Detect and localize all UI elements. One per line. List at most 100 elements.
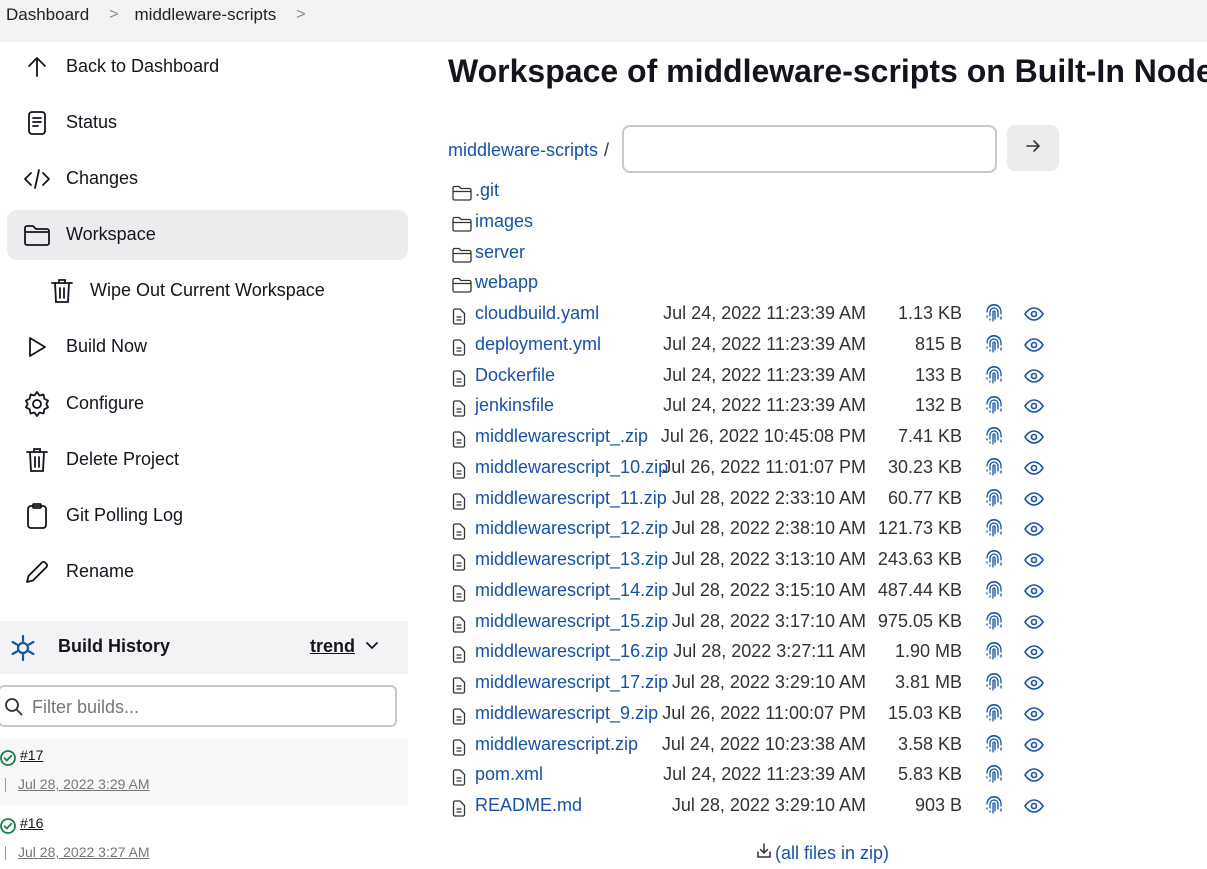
view-eye-icon[interactable] (1024, 736, 1044, 757)
sidebar-item-delete-project[interactable]: Delete Project (7, 435, 408, 485)
folder-link[interactable]: images (475, 211, 533, 232)
path-input[interactable] (622, 125, 997, 173)
view-eye-icon[interactable] (1024, 705, 1044, 726)
fingerprint-icon[interactable] (984, 579, 1004, 606)
sidebar-item-back-to-dashboard[interactable]: Back to Dashboard (7, 42, 408, 92)
file-link[interactable]: pom.xml (475, 764, 543, 785)
filter-builds-field[interactable] (0, 685, 397, 727)
fingerprint-icon[interactable] (984, 487, 1004, 514)
file-link[interactable]: middlewarescript_13.zip (475, 549, 668, 570)
view-eye-icon[interactable] (1024, 613, 1044, 634)
file-icon (452, 493, 466, 515)
file-link[interactable]: middlewarescript_16.zip (475, 641, 668, 662)
fingerprint-icon[interactable] (984, 702, 1004, 729)
fingerprint-icon[interactable] (984, 794, 1004, 821)
view-eye-icon[interactable] (1024, 766, 1044, 787)
file-icon (452, 523, 466, 545)
fingerprint-icon[interactable] (984, 517, 1004, 544)
folder-link[interactable]: webapp (475, 272, 538, 293)
filter-builds-input[interactable] (32, 695, 372, 719)
main-content: Workspace of middleware-scripts on Built… (448, 42, 1207, 869)
build-row[interactable]: #16 Jul 28, 2022 3:27 AM (0, 806, 408, 869)
view-eye-icon[interactable] (1024, 490, 1044, 511)
build-history-icon (8, 633, 38, 663)
fingerprint-icon[interactable] (984, 302, 1004, 329)
sidebar-item-status[interactable]: Status (7, 98, 408, 148)
view-eye-icon[interactable] (1024, 397, 1044, 418)
folder-row[interactable]: webapp (448, 269, 1068, 299)
file-link[interactable]: middlewarescript_9.zip (475, 703, 658, 724)
fingerprint-icon[interactable] (984, 394, 1004, 421)
file-link[interactable]: deployment.yml (475, 334, 601, 355)
breadcrumb: Dashboard > middleware-scripts > (6, 5, 322, 25)
sidebar-item-changes[interactable]: Changes (7, 154, 408, 204)
sidebar-item-wipe-out-workspace[interactable]: Wipe Out Current Workspace (7, 266, 408, 316)
view-eye-icon[interactable] (1024, 520, 1044, 541)
build-number[interactable]: #17 (20, 747, 43, 763)
file-link[interactable]: middlewarescript_11.zip (475, 488, 667, 509)
build-number[interactable]: #16 (20, 815, 43, 831)
file-link[interactable]: jenkinsfile (475, 395, 554, 416)
breadcrumb-project[interactable]: middleware-scripts (135, 5, 277, 25)
folder-row[interactable]: server (448, 239, 1068, 269)
file-icon (452, 554, 466, 576)
trend-link[interactable]: trend (310, 636, 355, 657)
build-bar (5, 778, 6, 792)
view-eye-icon[interactable] (1024, 428, 1044, 449)
go-button[interactable] (1007, 125, 1059, 171)
file-icon (452, 677, 466, 699)
view-eye-icon[interactable] (1024, 582, 1044, 603)
sidebar-item-git-polling-log[interactable]: Git Polling Log (7, 491, 408, 541)
fingerprint-icon[interactable] (984, 333, 1004, 360)
file-link[interactable]: middlewarescript_15.zip (475, 611, 668, 632)
folder-icon (452, 216, 472, 237)
view-eye-icon[interactable] (1024, 797, 1044, 818)
build-date[interactable]: Jul 28, 2022 3:27 AM (18, 844, 150, 860)
folder-link[interactable]: server (475, 242, 525, 263)
fingerprint-icon[interactable] (984, 733, 1004, 760)
build-date[interactable]: Jul 28, 2022 3:29 AM (18, 776, 150, 792)
sidebar-item-workspace[interactable]: Workspace (7, 210, 408, 260)
sidebar-item-configure[interactable]: Configure (7, 379, 408, 429)
file-link[interactable]: middlewarescript_17.zip (475, 672, 668, 693)
sidebar-item-label: Build Now (66, 336, 148, 356)
fingerprint-icon[interactable] (984, 610, 1004, 637)
fingerprint-icon[interactable] (984, 640, 1004, 667)
chevron-down-icon[interactable] (364, 639, 380, 657)
fingerprint-icon[interactable] (984, 763, 1004, 790)
fingerprint-icon[interactable] (984, 671, 1004, 698)
fingerprint-icon[interactable] (984, 364, 1004, 391)
build-row[interactable]: #17 Jul 28, 2022 3:29 AM (0, 738, 408, 806)
workspace-root-link[interactable]: middleware-scripts (448, 140, 598, 161)
file-date: Jul 28, 2022 3:15:10 AM (671, 580, 866, 600)
breadcrumb-dashboard[interactable]: Dashboard (6, 5, 89, 25)
file-link[interactable]: middlewarescript_.zip (475, 426, 648, 447)
file-link[interactable]: README.md (475, 795, 582, 816)
breadcrumb-separator[interactable]: > (296, 6, 305, 24)
file-link[interactable]: middlewarescript_10.zip (475, 457, 668, 478)
arrow-up-icon (22, 52, 52, 82)
file-link[interactable]: middlewarescript_12.zip (475, 518, 668, 539)
view-eye-icon[interactable] (1024, 367, 1044, 388)
view-eye-icon[interactable] (1024, 459, 1044, 480)
view-eye-icon[interactable] (1024, 305, 1044, 326)
file-link[interactable]: Dockerfile (475, 365, 555, 386)
file-date: Jul 24, 2022 11:23:39 AM (663, 303, 866, 323)
view-eye-icon[interactable] (1024, 674, 1044, 695)
fingerprint-icon[interactable] (984, 548, 1004, 575)
file-size: 243.63 KB (877, 549, 962, 569)
file-link[interactable]: cloudbuild.yaml (475, 303, 599, 324)
download-all-zip-link[interactable]: (all files in zip) (756, 842, 889, 865)
view-eye-icon[interactable] (1024, 336, 1044, 357)
fingerprint-icon[interactable] (984, 425, 1004, 452)
fingerprint-icon[interactable] (984, 456, 1004, 483)
sidebar-item-rename[interactable]: Rename (7, 547, 408, 597)
file-link[interactable]: middlewarescript.zip (475, 734, 638, 755)
view-eye-icon[interactable] (1024, 551, 1044, 572)
folder-link[interactable]: .git (475, 180, 499, 201)
file-link[interactable]: middlewarescript_14.zip (475, 580, 668, 601)
view-eye-icon[interactable] (1024, 643, 1044, 664)
folder-row[interactable]: .git (448, 177, 1068, 207)
folder-row[interactable]: images (448, 208, 1068, 238)
sidebar-item-build-now[interactable]: Build Now (7, 322, 408, 372)
